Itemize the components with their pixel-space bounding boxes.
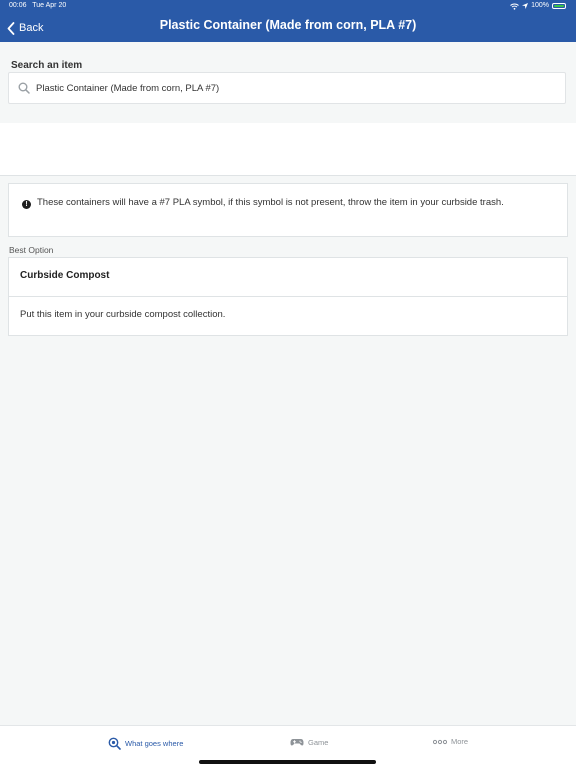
more-icon [433,739,447,744]
home-indicator [199,760,376,764]
nav-header: 00:06 Tue Apr 20 100% Back Plastic Conta… [0,0,576,42]
tab-game[interactable]: Game [290,737,328,747]
search-section: Search an item Plastic Container (Made f… [0,42,576,123]
option-description: Put this item in your curbside compost c… [20,309,226,320]
location-icon [522,3,529,9]
tab-label: More [451,737,469,746]
option-title: Curbside Compost [20,270,110,281]
search-label: Search an item [11,60,83,71]
tab-more[interactable]: More [433,737,468,746]
status-time: 00:06 [9,2,27,9]
wifi-icon [510,3,519,10]
info-icon: ! [22,200,31,209]
tab-label: What goes where [125,739,184,748]
battery-icon [552,3,566,9]
note-text: These containers will have a #7 PLA symb… [37,197,504,208]
search-icon [18,82,30,94]
search-input[interactable]: Plastic Container (Made from corn, PLA #… [8,72,566,104]
blank-band [0,123,576,176]
status-right: 100% [510,0,566,12]
status-date: Tue Apr 20 [32,2,67,9]
best-option-label: Best Option [9,245,54,255]
tab-label: Game [308,737,329,747]
search-value: Plastic Container (Made from corn, PLA #… [36,82,220,94]
gamepad-icon [290,739,304,746]
page-title: Plastic Container (Made from corn, PLA #… [159,18,417,32]
battery-percent: 100% [531,2,549,9]
status-bar: 00:06 Tue Apr 20 100% [0,0,576,12]
divider [9,296,567,297]
info-note: ! These containers will have a #7 PLA sy… [8,183,568,237]
magnify-search-icon [108,737,121,750]
status-time-date: 00:06 Tue Apr 20 [9,0,66,12]
tab-what-goes-where[interactable]: What goes where [108,737,183,750]
option-card[interactable]: Curbside Compost Put this item in your c… [8,257,568,336]
